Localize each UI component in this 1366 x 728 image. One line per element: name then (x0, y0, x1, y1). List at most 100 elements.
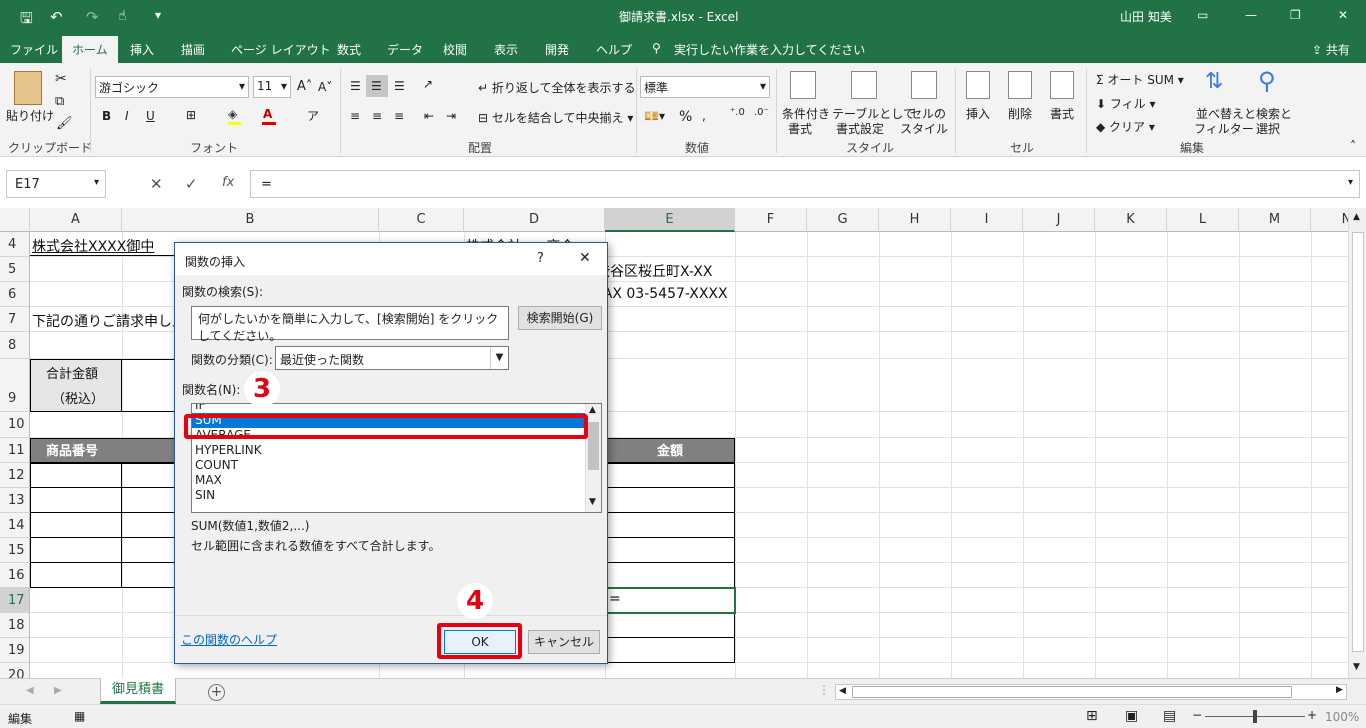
row-header[interactable]: 4 (0, 232, 30, 257)
scroll-up-icon[interactable]: ▲ (1353, 212, 1360, 222)
cell-a4[interactable]: 株式会社XXXX御中 (32, 236, 154, 256)
row-header[interactable]: 8 (0, 332, 30, 359)
save-icon[interactable]: 🖫 (20, 8, 33, 33)
column-header[interactable]: D (464, 208, 605, 232)
fill-button[interactable]: ⬇ フィル ▾ (1096, 95, 1155, 112)
zoom-slider-handle[interactable] (1253, 710, 1257, 723)
delete-cells-icon[interactable] (1008, 71, 1032, 99)
page-layout-view-icon[interactable]: ▣ (1125, 708, 1138, 724)
autosum-button[interactable]: Σ オート SUM ▾ (1096, 71, 1184, 88)
row-header[interactable]: 20 (0, 663, 30, 678)
row-header[interactable]: 15 (0, 538, 30, 563)
tab-split-handle[interactable]: ⋮ (818, 683, 830, 697)
insert-cells-button[interactable]: 挿入 (966, 105, 990, 122)
name-box[interactable]: E17 ▾ (6, 170, 106, 198)
undo-icon[interactable]: ↶ (50, 8, 63, 26)
merge-center-button[interactable]: ⊟ セルを結合して中央揃え ▾ (478, 109, 633, 126)
row-header[interactable]: 12 (0, 463, 30, 488)
tab-view[interactable]: 表示 (494, 41, 518, 58)
page-break-view-icon[interactable]: ▤ (1163, 708, 1176, 724)
row-header[interactable]: 5 (0, 257, 30, 282)
dialog-help-icon[interactable]: ? (537, 251, 544, 266)
clear-button[interactable]: ◆ クリア ▾ (1096, 118, 1155, 135)
row-header[interactable]: 7 (0, 307, 30, 332)
cell-styles-icon[interactable] (911, 71, 937, 99)
row-header[interactable]: 19 (0, 638, 30, 663)
row-header[interactable]: 6 (0, 282, 30, 307)
dialog-close-icon[interactable]: ✕ (579, 250, 591, 266)
align-right-icon[interactable]: ≡ (394, 109, 404, 123)
list-scroll-thumb[interactable] (588, 422, 599, 470)
column-header[interactable]: A (30, 208, 122, 232)
list-item[interactable]: COUNT (192, 458, 601, 473)
sort-filter-icon[interactable]: ⇅ (1205, 69, 1223, 94)
cancel-formula-icon[interactable]: ✕ (150, 175, 163, 193)
copy-icon[interactable]: ⧉ (55, 94, 64, 109)
customize-qat-icon[interactable]: ▾ (155, 8, 161, 22)
decrease-decimal-icon[interactable]: .0⁻ (754, 107, 769, 118)
cut-icon[interactable]: ✂ (55, 71, 67, 87)
vertical-scrollbar[interactable]: ▲ ▼ (1348, 208, 1366, 678)
list-item[interactable]: MAX (192, 473, 601, 488)
orientation-icon[interactable]: ↗ (423, 77, 433, 91)
align-bottom-icon[interactable]: ☰ (394, 79, 405, 93)
align-center-icon[interactable]: ≡ (372, 109, 382, 123)
tab-data[interactable]: データ (387, 41, 423, 58)
zoom-out-icon[interactable]: − (1192, 708, 1202, 722)
row-header[interactable]: 10 (0, 412, 30, 438)
row-header[interactable]: 16 (0, 563, 30, 588)
insert-cells-icon[interactable] (966, 71, 990, 99)
delete-cells-button[interactable]: 削除 (1008, 105, 1032, 122)
underline-button[interactable]: U (146, 109, 155, 123)
minimize-icon[interactable]: — (1245, 8, 1257, 22)
share-button[interactable]: ⇪ 共有 (1312, 41, 1350, 58)
font-size-select[interactable]: 11 ▾ (253, 76, 291, 98)
tab-page-layout[interactable]: ページ レイアウト (231, 41, 331, 58)
find-select-icon[interactable]: ⚲ (1258, 67, 1276, 95)
scroll-right-icon[interactable]: ▶ (1336, 685, 1343, 695)
scroll-left-icon[interactable]: ◀ (839, 686, 846, 696)
format-as-table-icon[interactable] (851, 71, 877, 99)
format-painter-icon[interactable]: 🖌 (56, 116, 73, 131)
cell-a9-line1[interactable]: 合計金額 (46, 363, 98, 382)
sheet-tab-estimate[interactable]: 御見積書 (100, 678, 176, 704)
hscroll-thumb[interactable] (852, 686, 1292, 698)
wrap-text-button[interactable]: ↵ 折り返して全体を表示する (478, 79, 636, 96)
paste-button[interactable]: 貼り付け (6, 107, 54, 124)
format-cells-icon[interactable] (1050, 71, 1074, 99)
column-header[interactable]: B (122, 208, 379, 232)
font-color-icon[interactable]: A (263, 107, 272, 121)
cell-e17[interactable]: = (609, 591, 621, 607)
insert-function-icon[interactable]: fx (222, 175, 234, 190)
prev-sheet-icon[interactable]: ◀ (26, 685, 34, 696)
add-sheet-icon[interactable]: + (208, 684, 225, 701)
fill-color-icon[interactable]: ◈ (228, 107, 237, 121)
scrollbar-thumb[interactable] (1352, 232, 1364, 652)
comma-style-icon[interactable]: , (702, 109, 706, 123)
list-scroll-down-icon[interactable]: ▼ (589, 497, 596, 507)
tab-review[interactable]: 校閲 (443, 41, 467, 58)
tab-file[interactable]: ファイル (10, 41, 58, 58)
tab-help[interactable]: ヘルプ (596, 41, 632, 58)
tab-developer[interactable]: 開発 (545, 41, 569, 58)
normal-view-icon[interactable]: ⊞ (1086, 708, 1098, 724)
borders-icon[interactable]: ⊞ (186, 108, 196, 122)
tab-insert[interactable]: 挿入 (130, 41, 154, 58)
row-header[interactable]: 13 (0, 488, 30, 513)
row-header[interactable]: 9 (0, 359, 30, 412)
list-scroll-up-icon[interactable]: ▲ (589, 405, 596, 415)
function-search-input[interactable]: 何がしたいかを簡単に入力して、[検索開始] をクリックしてください。 (191, 306, 509, 343)
column-header[interactable]: N (1311, 208, 1348, 232)
next-sheet-icon[interactable]: ▶ (54, 685, 62, 696)
column-header[interactable]: L (1167, 208, 1239, 232)
column-header[interactable]: I (951, 208, 1023, 232)
scroll-down-icon[interactable]: ▼ (1353, 662, 1360, 672)
decrease-indent-icon[interactable]: ⇤ (424, 109, 434, 123)
macro-record-icon[interactable]: ▦ (74, 709, 85, 723)
cancel-button[interactable]: キャンセル (528, 630, 600, 654)
close-window-icon[interactable]: ✕ (1338, 8, 1348, 22)
function-help-link[interactable]: この関数のヘルプ (181, 631, 277, 648)
italic-button[interactable]: I (125, 109, 129, 123)
column-header[interactable]: K (1095, 208, 1167, 232)
horizontal-scrollbar[interactable]: ◀ (835, 684, 1347, 700)
